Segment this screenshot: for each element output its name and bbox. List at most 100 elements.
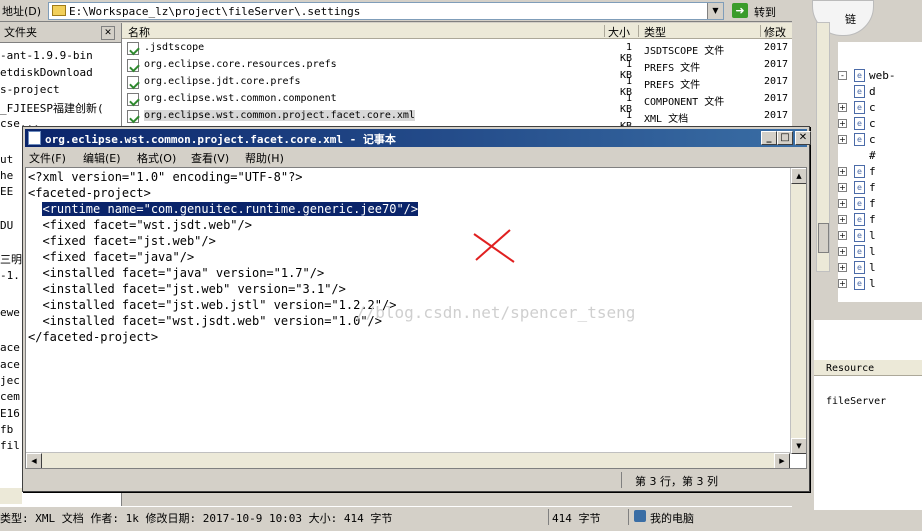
expander-icon[interactable]: +: [838, 167, 847, 176]
code-line-runtime[interactable]: <runtime name="com.genuitec.runtime.gene…: [28, 201, 419, 217]
maximize-button[interactable]: □: [777, 131, 793, 145]
folder-tree-item[interactable]: -ant-1.9.9-bin: [0, 49, 120, 62]
column-header-type[interactable]: 类型: [644, 24, 666, 40]
notepad-title-bar[interactable]: org.eclipse.wst.common.project.facet.cor…: [25, 129, 811, 147]
column-divider[interactable]: [638, 25, 639, 37]
expander-icon[interactable]: +: [838, 247, 847, 256]
expander-icon[interactable]: +: [838, 119, 847, 128]
code-line[interactable]: </faceted-project>: [28, 329, 158, 345]
minimize-button[interactable]: _: [761, 131, 777, 145]
expander-icon[interactable]: +: [838, 135, 847, 144]
expander-icon[interactable]: +: [838, 199, 847, 208]
tree-node-label: c: [869, 101, 876, 114]
tree-node[interactable]: + e f: [838, 180, 922, 196]
expander-icon[interactable]: +: [838, 231, 847, 240]
tree-node[interactable]: + e l: [838, 244, 922, 260]
notepad-status-bar: 第 3 行，第 3 列: [25, 471, 807, 489]
ide-window: 链 - e web- ed + e c + e c + e c # + e f + e f + e f + e…: [792, 0, 922, 531]
notepad-text-area[interactable]: <?xml version="1.0" encoding="UTF-8"?> <…: [25, 167, 807, 469]
tree-node[interactable]: + e l: [838, 276, 922, 292]
file-icon: [127, 76, 139, 89]
tree-node[interactable]: + e l: [838, 260, 922, 276]
selected-text[interactable]: <runtime name="com.genuitec.runtime.gene…: [42, 202, 419, 216]
element-icon: e: [854, 245, 865, 258]
resource-value: fileServer: [826, 396, 887, 407]
file-row[interactable]: .jsdtscope 1 KB JSDTSCOPE 文件 2017: [122, 40, 792, 64]
close-button[interactable]: ✕: [795, 131, 811, 145]
tree-node-label: web-: [869, 69, 896, 82]
tree-node[interactable]: + e l: [838, 228, 922, 244]
code-line[interactable]: <fixed facet="wst.jsdt.web"/>: [28, 217, 252, 233]
scrollbar-thumb[interactable]: [818, 223, 829, 253]
chevron-down-icon[interactable]: ▼: [707, 3, 723, 19]
menu-help[interactable]: 帮助(H): [245, 150, 284, 166]
tree-node[interactable]: #: [838, 148, 922, 164]
vertical-scrollbar[interactable]: [816, 22, 830, 272]
element-icon: e: [854, 213, 865, 226]
folder-pane-title: 文件夹: [4, 26, 37, 39]
horizontal-scrollbar[interactable]: ◀ ▶: [26, 452, 790, 468]
close-icon[interactable]: ✕: [101, 26, 115, 40]
tree-node[interactable]: + e f: [838, 212, 922, 228]
column-divider[interactable]: [604, 25, 605, 37]
column-header-size[interactable]: 大小: [608, 24, 630, 40]
element-icon: e: [854, 277, 865, 290]
expander-icon[interactable]: +: [838, 215, 847, 224]
code-line[interactable]: <installed facet="jst.web.jstl" version=…: [28, 297, 396, 313]
notepad-icon: [28, 131, 41, 145]
tree-node[interactable]: + e c: [838, 116, 922, 132]
file-row[interactable]: org.eclipse.jdt.core.prefs 1 KB PREFS 文件…: [122, 74, 792, 98]
code-line[interactable]: <installed facet="wst.jsdt.web" version=…: [28, 313, 382, 329]
file-row[interactable]: org.eclipse.wst.common.component 1 KB CO…: [122, 91, 792, 115]
folder-tree-item[interactable]: s-project: [0, 83, 120, 96]
address-input[interactable]: E:\Workspace_lz\project\fileServer\.sett…: [48, 2, 724, 20]
code-line[interactable]: <?xml version="1.0" encoding="UTF-8"?>: [28, 169, 303, 185]
address-path[interactable]: E:\Workspace_lz\project\fileServer\.sett…: [69, 5, 360, 18]
code-line[interactable]: <installed facet="jst.web" version="3.1"…: [28, 281, 345, 297]
tree-node[interactable]: ed: [838, 84, 922, 100]
menu-edit[interactable]: 编辑(E): [83, 150, 121, 166]
folder-tree-item[interactable]: _FJIEESP福建创新(: [0, 100, 120, 116]
tree-node[interactable]: + e f: [838, 164, 922, 180]
tree-node[interactable]: + e c: [838, 100, 922, 116]
scroll-up-icon[interactable]: ▲: [791, 168, 806, 184]
file-row[interactable]: org.eclipse.core.resources.prefs 1 KB PR…: [122, 57, 792, 81]
tree-node-label: l: [869, 277, 876, 290]
tree-node[interactable]: + e c: [838, 132, 922, 148]
scroll-right-icon[interactable]: ▶: [774, 453, 790, 468]
menu-format[interactable]: 格式(O): [137, 150, 176, 166]
expander-icon[interactable]: -: [838, 71, 847, 80]
file-type: JSDTSCOPE 文件: [644, 46, 725, 57]
expander-icon[interactable]: +: [838, 103, 847, 112]
expander-icon[interactable]: +: [838, 183, 847, 192]
go-button[interactable]: ➜ 转到: [730, 2, 786, 20]
code-line[interactable]: <fixed facet="jst.web"/>: [28, 233, 215, 249]
tree-node-label: l: [869, 245, 876, 258]
tree-node[interactable]: + e f: [838, 196, 922, 212]
file-icon: [127, 110, 139, 123]
menu-file[interactable]: 文件(F): [29, 150, 66, 166]
menu-view[interactable]: 查看(V): [191, 150, 229, 166]
folder-tree-item[interactable]: etdiskDownload: [0, 66, 120, 79]
expander-icon[interactable]: +: [838, 263, 847, 272]
code-line[interactable]: <installed facet="java" version="1.7"/>: [28, 265, 324, 281]
column-header-modified[interactable]: 修改: [764, 24, 786, 40]
vertical-scrollbar[interactable]: ▲ ▼: [790, 168, 806, 454]
scroll-down-icon[interactable]: ▼: [791, 438, 806, 454]
column-divider[interactable]: [760, 25, 761, 37]
element-icon: e: [854, 133, 865, 146]
expander-icon[interactable]: +: [838, 279, 847, 288]
tree-node[interactable]: - e web-: [838, 68, 922, 84]
code-line[interactable]: <faceted-project>: [28, 185, 151, 201]
cursor-position: 第 3 行，第 3 列: [635, 475, 718, 488]
scroll-left-icon[interactable]: ◀: [26, 453, 42, 468]
file-row-selected[interactable]: org.eclipse.wst.common.project.facet.cor…: [122, 108, 792, 132]
column-header-name[interactable]: 名称: [128, 24, 150, 40]
horizontal-scrollbar[interactable]: [0, 488, 22, 504]
file-name: org.eclipse.core.resources.prefs: [144, 59, 337, 70]
code-line[interactable]: <fixed facet="java"/>: [28, 249, 194, 265]
resource-column-header[interactable]: Resource: [826, 363, 874, 374]
properties-panel: Resource fileServer: [814, 320, 922, 510]
tree-node-label: c: [869, 117, 876, 130]
